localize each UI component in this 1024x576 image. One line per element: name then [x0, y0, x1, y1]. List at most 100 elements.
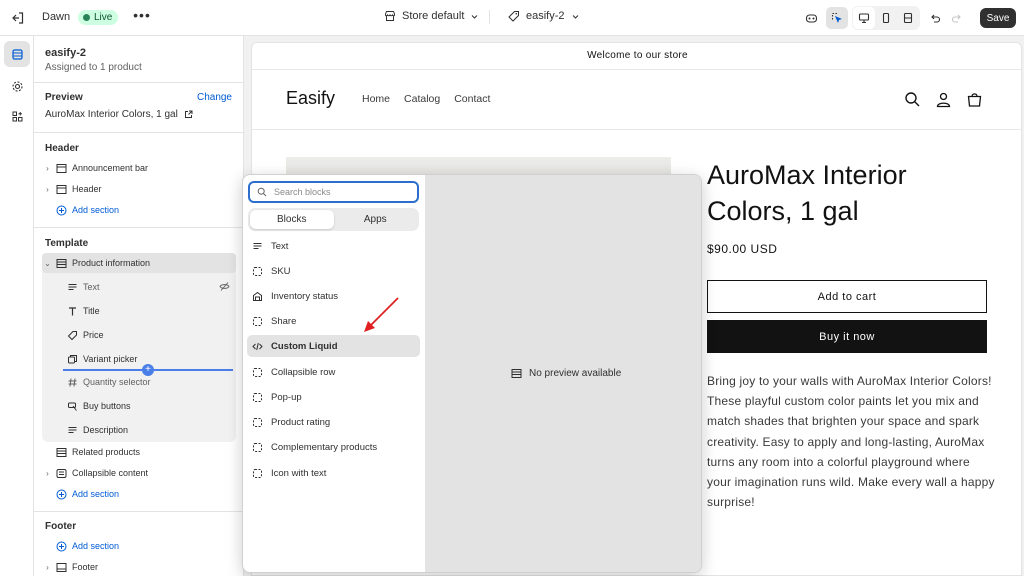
block-text[interactable]: Text [64, 277, 236, 297]
cart-icon[interactable] [966, 91, 983, 111]
save-button[interactable]: Save [980, 8, 1016, 28]
add-to-cart-button[interactable]: Add to cart [707, 280, 987, 313]
desktop-view-icon[interactable] [853, 7, 875, 29]
preview-product[interactable]: AuroMax Interior Colors, 1 gal [45, 109, 193, 120]
more-actions-icon[interactable]: ••• [133, 8, 151, 26]
section-label: Header [72, 184, 102, 194]
section-icon [54, 256, 68, 270]
exit-icon[interactable] [8, 8, 28, 28]
buy-now-button[interactable]: Buy it now [707, 320, 987, 353]
template-selector-label: easify-2 [526, 10, 565, 22]
section-collapsible-content[interactable]: › Collapsible content [42, 463, 236, 483]
external-link-icon [184, 110, 193, 118]
block-label: Variant picker [83, 354, 138, 364]
template-title: easify-2 [45, 47, 86, 59]
block-label: Quantity selector [83, 377, 151, 387]
sections-icon[interactable] [4, 41, 30, 67]
dashed-square-icon [253, 316, 262, 326]
divider [34, 227, 243, 228]
redo-icon[interactable] [946, 7, 968, 29]
product-title: AuroMax Interior Colors, 1 gal [707, 160, 907, 226]
chevron-right-icon[interactable]: › [42, 469, 53, 478]
chevron-right-icon[interactable]: › [42, 185, 53, 194]
live-badge: Live [78, 10, 119, 25]
footer-group-heading: Footer [45, 521, 77, 532]
store-icon [385, 11, 395, 21]
section-footer[interactable]: › Footer [42, 557, 236, 576]
undo-icon[interactable] [924, 7, 946, 29]
section-related-products[interactable]: Related products [42, 442, 236, 462]
chevron-right-icon[interactable]: › [42, 164, 53, 173]
block-option-label: Text [271, 240, 289, 252]
section-label: Product information [72, 258, 151, 268]
no-preview-message: No preview available [511, 368, 621, 379]
inspector-select-icon[interactable] [826, 7, 848, 29]
template-selector[interactable]: easify-2 [508, 10, 580, 22]
dashed-square-icon [253, 442, 262, 452]
change-preview-link[interactable]: Change [197, 92, 232, 103]
section-product-information[interactable]: ⌄ Product information [42, 253, 236, 273]
nav-home[interactable]: Home [362, 93, 390, 105]
section-label: Announcement bar [72, 163, 149, 173]
nav-contact[interactable]: Contact [454, 93, 490, 105]
search-icon[interactable] [904, 91, 921, 111]
block-buy-buttons[interactable]: Buy buttons [64, 396, 236, 416]
block-option-label: Icon with text [271, 467, 327, 479]
block-title[interactable]: Title [64, 301, 236, 321]
section-announcement-bar[interactable]: › Announcement bar [42, 158, 236, 178]
dashed-square-icon [253, 468, 262, 478]
mobile-view-icon[interactable] [875, 7, 897, 29]
section-icon [54, 466, 68, 480]
section-header[interactable]: › Header [42, 179, 236, 199]
theme-name: Dawn [42, 11, 71, 23]
search-input[interactable] [274, 187, 404, 197]
chevron-down-icon[interactable]: ⌄ [42, 259, 53, 268]
tab-apps[interactable]: Apps [334, 210, 418, 229]
block-option-label: Collapsible row [271, 366, 336, 378]
section-icon [54, 182, 68, 196]
live-dot-icon [83, 14, 90, 21]
block-description[interactable]: Description [64, 420, 236, 440]
block-label: Description [83, 425, 129, 435]
header-divider [252, 129, 1021, 130]
live-badge-label: Live [94, 12, 113, 23]
block-option-collapsible-row[interactable]: Collapsible row [247, 361, 420, 383]
code-icon [252, 342, 263, 350]
account-icon[interactable] [935, 91, 952, 111]
block-option-pop-up[interactable]: Pop-up [247, 386, 420, 408]
text-icon [65, 423, 79, 437]
store-logo[interactable]: Easify [286, 88, 335, 109]
block-option-text[interactable]: Text [247, 235, 420, 257]
text-icon [65, 280, 79, 294]
block-label: Buy buttons [83, 401, 131, 411]
add-section-header[interactable]: Add section [42, 200, 236, 220]
chevron-right-icon[interactable]: › [42, 563, 53, 572]
settings-gear-icon[interactable] [4, 73, 30, 99]
add-section-template[interactable]: Add section [42, 484, 236, 504]
block-option-icon-with-text[interactable]: Icon with text [247, 462, 420, 484]
full-width-icon[interactable] [897, 7, 919, 29]
block-price[interactable]: Price [64, 325, 236, 345]
tab-blocks[interactable]: Blocks [250, 210, 334, 229]
divider [34, 511, 243, 512]
plus-circle-icon [54, 487, 68, 501]
ai-assist-icon[interactable] [800, 7, 822, 29]
block-option-product-rating[interactable]: Product rating [247, 411, 420, 433]
divider [34, 82, 243, 83]
text-icon [253, 242, 262, 249]
apps-icon[interactable] [4, 103, 30, 129]
block-option-custom-liquid[interactable]: Custom Liquid [247, 335, 420, 357]
nav-catalog[interactable]: Catalog [404, 93, 440, 105]
search-field[interactable] [248, 181, 419, 203]
eye-hidden-icon[interactable] [219, 281, 230, 294]
divider [489, 10, 490, 24]
block-option-sku[interactable]: SKU [247, 260, 420, 282]
add-section-footer[interactable]: Add section [42, 536, 236, 556]
section-label: Related products [72, 447, 141, 457]
preview-heading: Preview [45, 92, 83, 103]
store-selector[interactable]: Store default [384, 10, 479, 22]
block-label: Title [83, 306, 100, 316]
block-quantity-selector[interactable]: Quantity selector [64, 372, 236, 392]
block-option-complementary-products[interactable]: Complementary products [247, 436, 420, 458]
product-description: Bring joy to your walls with AuroMax Int… [707, 374, 995, 510]
